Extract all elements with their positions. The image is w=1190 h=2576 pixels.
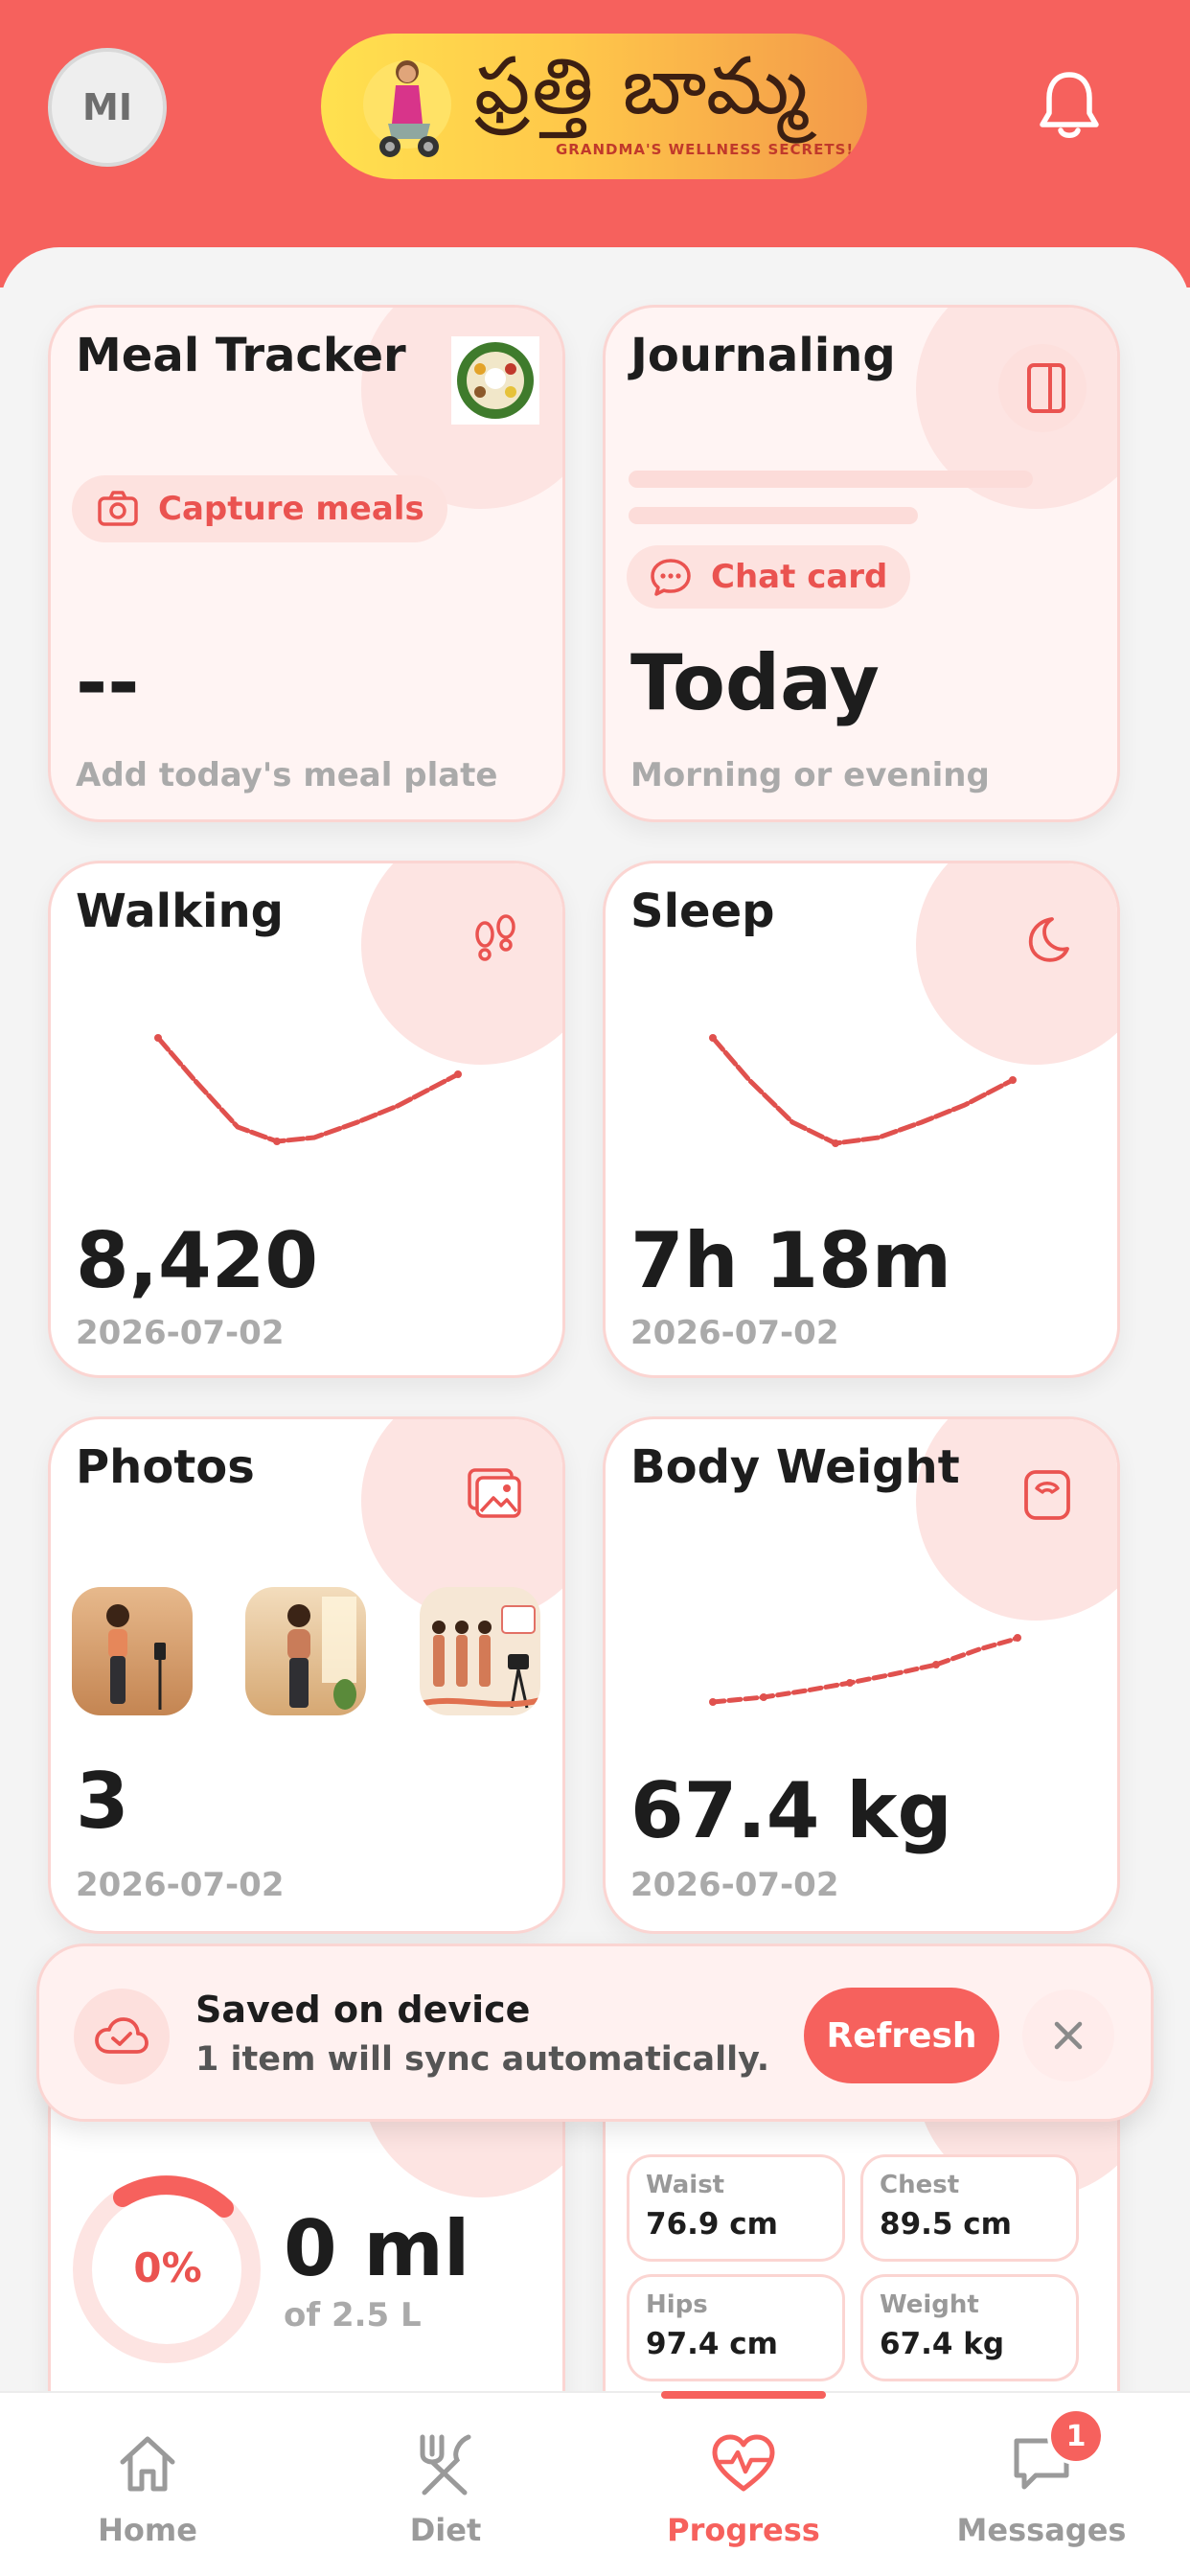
refresh-button[interactable]: Refresh <box>804 1988 999 2083</box>
skeleton-line <box>629 471 1033 488</box>
photos-date: 2026-07-02 <box>76 1866 285 1904</box>
capture-meals-label: Capture meals <box>158 490 424 528</box>
messages-badge: 1 <box>1047 2407 1105 2465</box>
body-weight-card[interactable]: Body Weight 67.4 kg 2026-07-02 <box>603 1416 1120 1934</box>
skeleton-line <box>629 507 918 524</box>
measurement-label: Weight <box>880 2290 979 2319</box>
progress-photo-thumbnail[interactable] <box>72 1587 193 1715</box>
journal-subtitle: Morning or evening <box>630 756 990 794</box>
heart-pulse-icon <box>712 2434 775 2492</box>
brand-logo: ఫ్రత్తి బామ్మ GRANDMA'S WELLNESS SECRETS… <box>321 34 867 179</box>
cloud-icon-bg <box>74 1989 170 2084</box>
nav-home[interactable]: Home <box>52 2429 243 2548</box>
photo-poses-icon <box>420 1605 540 1709</box>
logo-tagline: GRANDMA'S WELLNESS SECRETS! <box>556 141 855 158</box>
nav-label: Messages <box>956 2512 1127 2548</box>
measurement-value: 76.9 cm <box>646 2207 778 2242</box>
photo-person-icon <box>106 1604 166 1710</box>
measurement-chip-hips: Hips 97.4 cm <box>627 2274 845 2381</box>
toast-message: 1 item will sync automatically. <box>195 2040 770 2079</box>
measurement-label: Hips <box>646 2290 708 2319</box>
chat-bubble-icon <box>651 559 691 596</box>
nav-messages[interactable]: Messages <box>946 2429 1137 2548</box>
progress-photo-thumbnail[interactable] <box>245 1587 366 1715</box>
weight-date: 2026-07-02 <box>630 1866 839 1904</box>
photos-count: 3 <box>76 1757 129 1846</box>
nav-label: Home <box>98 2512 197 2548</box>
sleep-date: 2026-07-02 <box>630 1314 839 1352</box>
journal-icon <box>1027 363 1065 413</box>
capture-meals-button[interactable]: Capture meals <box>72 475 447 542</box>
close-icon <box>1054 2021 1083 2050</box>
app-header: MI ఫ్రత్తి బామ్మ GRANDMA'S WELLNESS SECR… <box>0 0 1190 288</box>
logo-wordmark: ఫ్రత్తి బామ్మ <box>474 41 810 132</box>
chat-card-button[interactable]: Chat card <box>627 545 911 609</box>
gallery-icon <box>468 1468 521 1518</box>
measurement-value: 89.5 cm <box>880 2207 1012 2242</box>
avatar[interactable]: MI <box>48 48 167 167</box>
water-goal: of 2.5 L <box>284 2296 422 2334</box>
meal-value: -- <box>76 638 140 727</box>
chat-card-label: Chat card <box>711 558 888 596</box>
measurement-chip-chest: Chest 89.5 cm <box>860 2154 1079 2262</box>
nav-diet[interactable]: Diet <box>350 2429 541 2548</box>
measurement-label: Chest <box>880 2171 960 2199</box>
grandma-scooter-illustration <box>363 60 451 157</box>
meal-plate-icon <box>451 336 539 425</box>
water-amount: 0 ml <box>284 2204 470 2293</box>
avatar-initials: MI <box>82 86 132 128</box>
journaling-card[interactable]: Journaling Chat card Today Morning or ev… <box>603 305 1120 822</box>
card-title: Photos <box>76 1440 255 1494</box>
bell-icon[interactable] <box>1038 69 1101 142</box>
water-percent: 0% <box>133 2244 202 2291</box>
utensils-icon <box>420 2434 471 2496</box>
sleep-value: 7h 18m <box>630 1216 952 1305</box>
measurement-chip-waist: Waist 76.9 cm <box>627 2154 845 2262</box>
home-icon <box>120 2436 175 2492</box>
journal-value: Today <box>630 638 880 727</box>
measurement-value: 97.4 cm <box>646 2327 778 2361</box>
nav-progress[interactable]: Progress <box>648 2429 839 2548</box>
weight-trend-sparkline <box>709 1634 1021 1706</box>
measurement-value: 67.4 kg <box>880 2327 1005 2361</box>
camera-icon <box>98 491 138 526</box>
photo-person-icon <box>287 1597 356 1710</box>
close-toast-button[interactable] <box>1022 1990 1114 2082</box>
measurement-label: Waist <box>646 2171 725 2199</box>
progress-photo-thumbnail[interactable] <box>420 1587 540 1715</box>
sleep-card[interactable]: Sleep 7h 18m 2026-07-02 <box>603 861 1120 1378</box>
meal-tracker-card[interactable]: Meal Tracker Capture meals -- Add today'… <box>48 305 565 822</box>
meal-subtitle: Add today's meal plate <box>76 756 498 794</box>
nav-label: Progress <box>667 2512 820 2548</box>
card-title: Meal Tracker <box>76 329 406 382</box>
walking-card[interactable]: Walking 8,420 2026-07-02 <box>48 861 565 1378</box>
cloud-check-icon <box>95 2017 149 2054</box>
photos-card[interactable]: Photos 3 2026-07-02 <box>48 1416 565 1934</box>
card-title: Journaling <box>630 329 896 382</box>
toast-title: Saved on device <box>195 1989 531 2031</box>
nav-label: Diet <box>409 2512 482 2548</box>
walking-date: 2026-07-02 <box>76 1314 285 1352</box>
sync-toast: Saved on device 1 item will sync automat… <box>36 1944 1154 2122</box>
measurement-chip-weight: Weight 67.4 kg <box>860 2274 1079 2381</box>
walking-value: 8,420 <box>76 1216 319 1305</box>
active-tab-indicator <box>661 2391 826 2399</box>
weight-value: 67.4 kg <box>630 1766 952 1855</box>
